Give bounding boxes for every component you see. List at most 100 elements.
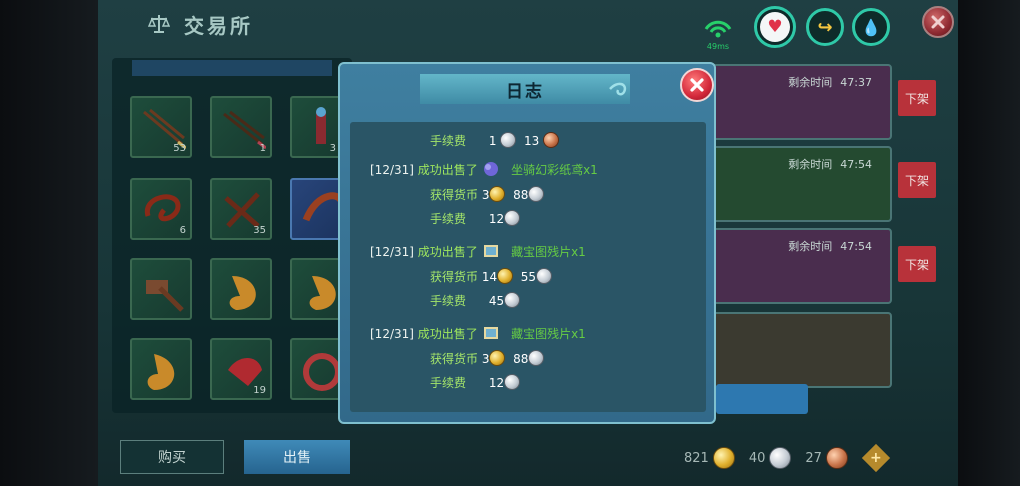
sale-item-name: 藏宝图残片x1 [511, 327, 586, 341]
fee-silver: 45 [488, 294, 505, 308]
log-list[interactable]: 手续费 1 13 [12/31] 成功出售了 坐骑幻彩纸鸢x1 获得货币 3 88… [350, 122, 706, 412]
map-icon [483, 245, 498, 257]
remaining-label: 剩余时间 [788, 76, 833, 89]
scale-icon [148, 15, 170, 33]
ping-text: 49ms [706, 42, 730, 51]
close-icon [690, 78, 704, 92]
listing-action-bar[interactable] [716, 384, 808, 414]
inventory-slot[interactable]: 19 [210, 338, 272, 400]
log-earned-row: 获得货币 3 88 [430, 350, 545, 367]
item-count: 3 [329, 143, 336, 154]
gold-coin-icon [497, 268, 514, 284]
wifi-indicator: 49ms [704, 20, 736, 51]
arrow-icon: ↪ [817, 16, 833, 38]
exchange-close-button[interactable] [922, 6, 954, 38]
plus-icon: + [870, 449, 882, 466]
add-currency-button[interactable]: + [861, 443, 891, 473]
fee-label: 手续费 [430, 134, 467, 148]
silver-coin-icon [504, 374, 521, 390]
item-count: 6 [179, 225, 186, 236]
earned-silver: 88 [513, 352, 529, 366]
earned-gold: 14 [481, 270, 498, 284]
droplet-icon: 💧 [861, 17, 881, 37]
gold-coin-icon [712, 447, 735, 469]
log-fee-row: 手续费 12 [430, 374, 521, 391]
item-count: 35 [253, 225, 266, 236]
map-icon [483, 327, 498, 339]
remaining-value: 47:54 [840, 240, 872, 253]
earned-label: 获得货币 [430, 270, 479, 284]
stamina-gauge[interactable]: ↪ [806, 8, 844, 46]
log-fee-row: 手续费 1 13 [430, 132, 560, 149]
inventory-slot[interactable]: 3 [290, 96, 342, 158]
item-count: 53 [173, 143, 186, 154]
delist-button[interactable]: 下架 [898, 80, 936, 116]
inventory-slot[interactable] [130, 338, 192, 400]
listing-card[interactable]: 剩余时间 47:54 [712, 228, 892, 304]
listing-card[interactable]: 剩余时间 47:54 [712, 146, 892, 222]
log-sale-row: [12/31] 成功出售了 藏宝图残片x1 [370, 242, 586, 260]
earned-silver: 55 [520, 270, 537, 284]
listing-empty [712, 312, 892, 388]
currency-bar: 821 40 27 + [684, 443, 891, 473]
inventory-slot[interactable]: 35 [210, 178, 272, 240]
item-count: 1 [259, 143, 266, 154]
health-inner: ♥ [760, 12, 790, 42]
remaining-value: 47:54 [840, 158, 872, 171]
log-sale-row: [12/31] 成功出售了 藏宝图残片x1 [370, 324, 586, 342]
fee-silver: 12 [488, 212, 505, 226]
inventory-slot[interactable] [290, 178, 346, 240]
silver-coin-icon [528, 186, 545, 202]
remaining-label: 剩余时间 [788, 240, 833, 253]
earned-label: 获得货币 [430, 352, 479, 366]
title-bar: 交易所 [98, 0, 858, 48]
inventory-slot[interactable]: 6 [130, 178, 192, 240]
inventory-slot[interactable] [290, 338, 342, 400]
earned-label: 获得货币 [430, 188, 479, 202]
health-gauge[interactable]: ♥ [754, 6, 796, 48]
silver-coin-icon [769, 447, 792, 469]
remaining-value: 47:37 [840, 76, 872, 89]
close-icon [931, 15, 945, 29]
delist-button[interactable]: 下架 [898, 162, 936, 198]
tab-sell[interactable]: 出售 [244, 440, 350, 474]
heart-icon: ♥ [767, 16, 783, 37]
remaining-label: 剩余时间 [788, 158, 833, 171]
inventory-slot[interactable] [290, 258, 342, 320]
copper-coin-icon [825, 447, 848, 469]
close-log-button[interactable] [680, 68, 714, 102]
left-letterbox [0, 0, 98, 486]
item-icon [147, 354, 175, 390]
inventory-slot[interactable]: 1 [210, 96, 272, 158]
fee-copper: 13 [524, 134, 540, 148]
inventory-slot[interactable] [130, 258, 192, 320]
inventory-slot[interactable] [210, 258, 272, 320]
silver-coin-icon [504, 210, 521, 226]
log-dialog: 日志 手续费 1 13 [12/31] 成功出售了 坐骑幻彩纸鸢x1 获得货币 3… [338, 62, 716, 424]
ornament-right-icon [609, 82, 627, 96]
sale-date: [12/31] [370, 245, 414, 259]
tab-buy[interactable]: 购买 [120, 440, 224, 474]
fee-label: 手续费 [430, 376, 467, 390]
gold-coin-icon [489, 350, 506, 366]
screen: 交易所 49ms ♥ ↪ 💧 53 1 3 6 35 19 剩余时间 47:37 下架 剩余时间… [0, 0, 1020, 486]
partial-row [132, 60, 332, 76]
sale-date: [12/31] [370, 327, 414, 341]
listing-card[interactable]: 剩余时间 47:37 [712, 64, 892, 140]
earned-gold: 3 [481, 188, 490, 202]
inventory-slot[interactable]: 53 [130, 96, 192, 158]
log-fee-row: 手续费 12 [430, 210, 521, 227]
sale-item-name: 坐骑幻彩纸鸢x1 [511, 163, 598, 177]
kite-icon [483, 162, 498, 176]
log-earned-row: 获得货币 3 88 [430, 186, 545, 203]
gold-amount: 821 [684, 450, 709, 466]
silver-coin-icon [504, 292, 521, 308]
delist-button[interactable]: 下架 [898, 246, 936, 282]
earned-gold: 3 [481, 352, 490, 366]
water-gauge[interactable]: 💧 [852, 8, 890, 46]
remaining-time: 剩余时间 47:37 [788, 74, 872, 90]
sale-text: 成功出售了 [417, 327, 478, 341]
fee-label: 手续费 [430, 294, 467, 308]
sale-date: [12/31] [370, 163, 414, 177]
sale-text: 成功出售了 [417, 163, 478, 177]
